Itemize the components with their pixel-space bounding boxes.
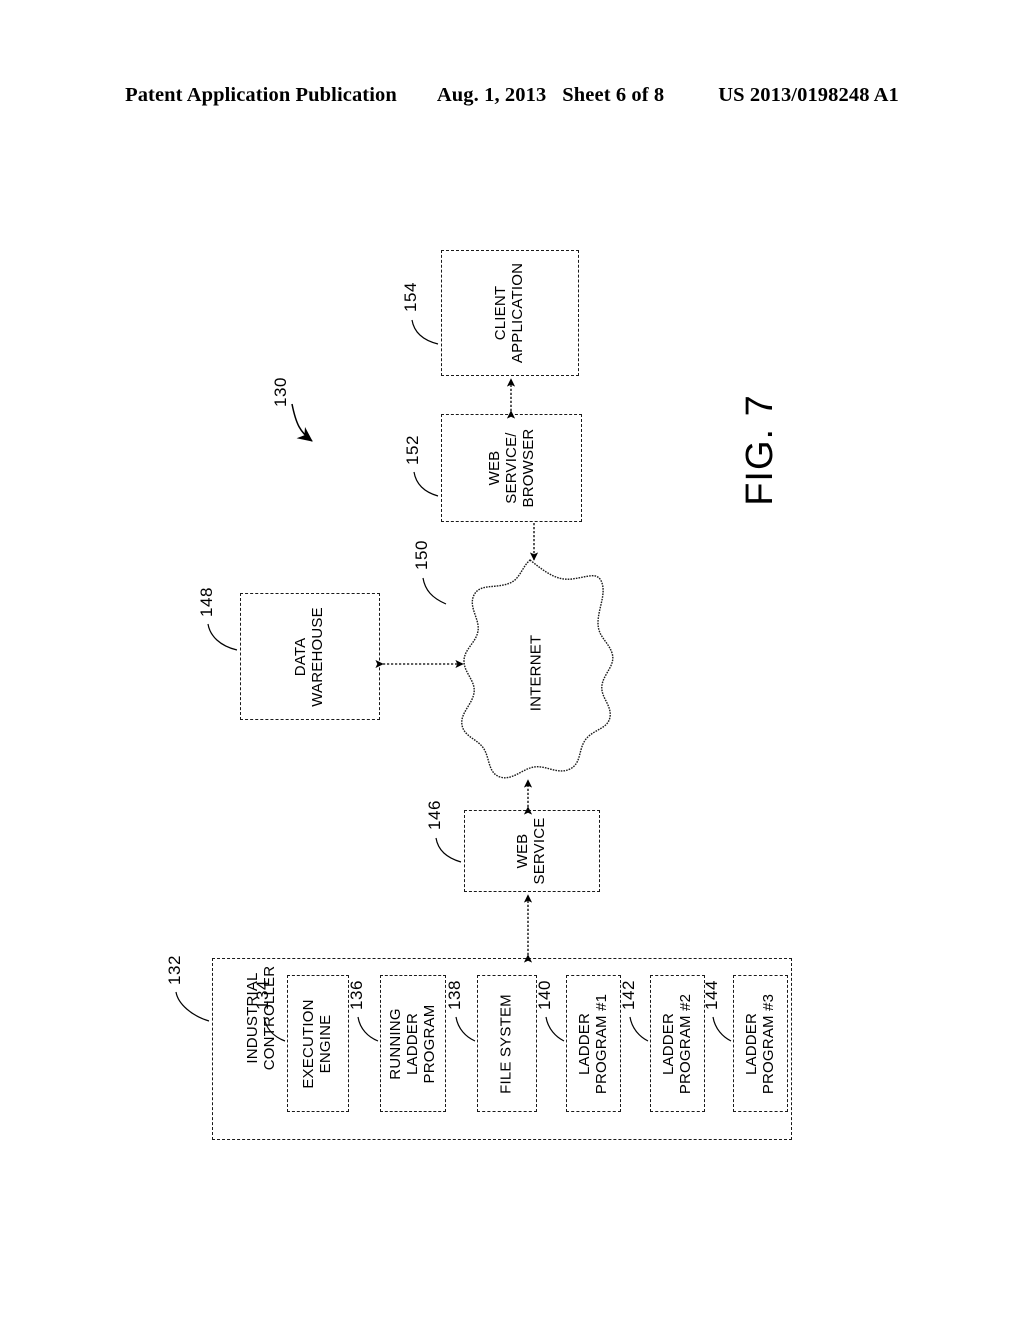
node-running-ladder-program-label: RUNNING LADDER PROGRAM (386, 1004, 438, 1083)
node-ladder-program-3-label: LADDER PROGRAM #3 (742, 993, 777, 1094)
ref-146: 146 (424, 800, 444, 830)
leader-154 (411, 319, 439, 345)
node-client-application-label: CLIENT APPLICATION (492, 262, 526, 364)
node-execution-engine: EXECUTION ENGINE (287, 975, 349, 1112)
node-file-system-label: FILE SYSTEM (497, 993, 515, 1094)
ref-130: 130 (270, 377, 290, 407)
leader-130 (291, 403, 313, 442)
node-ladder-program-1-label: LADDER PROGRAM #1 (575, 993, 610, 1094)
ref-134: 134 (252, 980, 272, 1010)
header-publication-text: Patent Application Publication (125, 84, 397, 106)
header-date-text: Aug. 1, 2013 (436, 84, 547, 106)
node-ladder-program-2: LADDER PROGRAM #2 (650, 975, 705, 1112)
node-web-service-browser: WEB SERVICE/ BROWSER (441, 414, 582, 522)
node-client-application: CLIENT APPLICATION (441, 250, 579, 376)
leader-150 (422, 577, 447, 605)
ref-144: 144 (701, 980, 721, 1010)
ref-132: 132 (164, 955, 184, 985)
leader-146 (435, 837, 462, 863)
node-internet: INTERNET (452, 557, 620, 789)
node-web-service-browser-label: WEB SERVICE/ BROWSER (485, 428, 536, 508)
leader-132 (175, 991, 210, 1022)
node-ladder-program-2-label: LADDER PROGRAM #2 (659, 993, 694, 1094)
node-ladder-program-1: LADDER PROGRAM #1 (566, 975, 621, 1112)
header-patent-number-text: US 2013/0198248 A1 (718, 84, 899, 106)
node-ladder-program-3: LADDER PROGRAM #3 (733, 975, 788, 1112)
ref-154: 154 (400, 282, 420, 312)
ref-148: 148 (196, 587, 216, 617)
figure-label: FIG. 7 (738, 394, 781, 506)
node-industrial-controller-label: INDUSTRIAL CONTROLLER (244, 965, 278, 1071)
patent-drawing-page: Patent Application Publication Aug. 1, 2… (0, 0, 1024, 1320)
ref-142: 142 (618, 980, 638, 1010)
leader-152 (413, 471, 439, 497)
node-web-service-label: WEB SERVICE (514, 817, 548, 885)
header-sheet-text: Sheet 6 of 8 (562, 84, 665, 106)
node-data-warehouse-label: DATA WAREHOUSE (292, 606, 326, 707)
ref-150: 150 (411, 540, 431, 570)
leader-148 (207, 623, 238, 651)
ref-138: 138 (444, 980, 464, 1010)
ref-140: 140 (534, 980, 554, 1010)
ref-136: 136 (346, 980, 366, 1010)
node-running-ladder-program: RUNNING LADDER PROGRAM (380, 975, 446, 1112)
node-internet-label: INTERNET (527, 634, 545, 712)
ref-152: 152 (402, 435, 422, 465)
node-execution-engine-label: EXECUTION ENGINE (300, 998, 334, 1089)
node-file-system: FILE SYSTEM (477, 975, 537, 1112)
page-header: Patent Application Publication Aug. 1, 2… (0, 84, 1024, 114)
node-web-service: WEB SERVICE (464, 810, 600, 892)
node-data-warehouse: DATA WAREHOUSE (240, 593, 380, 720)
